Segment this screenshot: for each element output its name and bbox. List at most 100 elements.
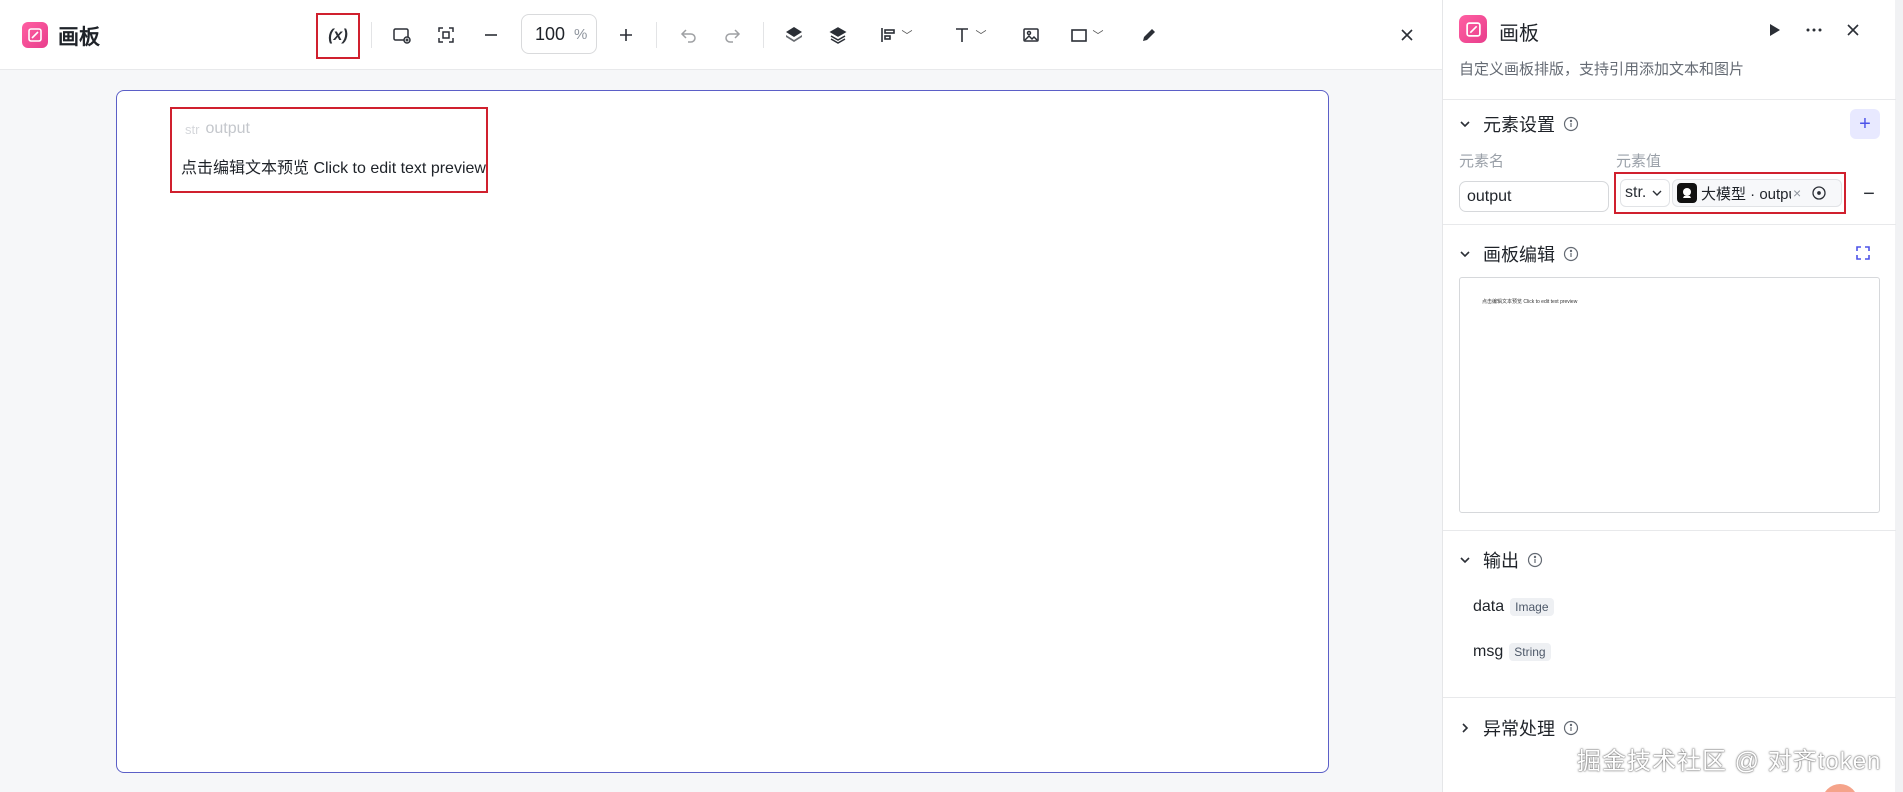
zoom-unit: % xyxy=(574,25,588,43)
output-item-type-badge: Image xyxy=(1510,598,1554,616)
undo-button[interactable] xyxy=(676,18,702,52)
string-type-icon: str xyxy=(185,121,200,137)
info-icon[interactable] xyxy=(1563,720,1579,736)
editor-title: 画板 xyxy=(58,26,100,49)
canvas-preview[interactable]: 点击编辑文本预览 Click to edit text preview xyxy=(1459,277,1880,513)
section-divider xyxy=(1443,99,1896,100)
panel-title: 画板 xyxy=(1499,23,1539,45)
redo-button[interactable] xyxy=(719,18,745,52)
value-reference-label: 大模型 · output xyxy=(1701,185,1791,203)
chevron-down-icon: ﹀ xyxy=(901,30,913,42)
add-image-frame-icon xyxy=(393,28,411,44)
fit-screen-button[interactable] xyxy=(433,18,459,52)
shape-dropdown[interactable]: ﹀ xyxy=(1063,18,1109,52)
text-element[interactable]: str output 点击编辑文本预览 Click to edit text p… xyxy=(170,107,488,193)
canvas-edit-header[interactable]: 画板编辑 xyxy=(1457,241,1579,267)
exception-title: 异常处理 xyxy=(1483,719,1555,739)
pen-button[interactable] xyxy=(1136,18,1162,52)
text-dropdown[interactable]: ﹀ xyxy=(946,18,992,52)
element-value-column-label: 元素值 xyxy=(1616,153,1662,170)
canvas-editor: 画板 (x) 100 % ﹀ ﹀ ﹀ str output 点击编辑文本预览 C… xyxy=(0,0,1442,792)
variable-icon: (x) xyxy=(328,27,348,44)
close-editor-button[interactable] xyxy=(1393,18,1421,52)
zoom-out-button[interactable] xyxy=(478,18,504,52)
align-dropdown[interactable]: ﹀ xyxy=(872,18,918,52)
panel-scrollbar[interactable] xyxy=(1895,0,1903,792)
output-item: msg String xyxy=(1473,643,1551,661)
image-button[interactable] xyxy=(1018,18,1044,52)
output-item-type-badge: String xyxy=(1509,643,1551,661)
image-icon xyxy=(1023,28,1039,42)
element-variable-name: output xyxy=(205,120,250,137)
pen-icon xyxy=(1143,29,1155,41)
toolbar-divider xyxy=(656,22,657,48)
canvas-edit-title: 画板编辑 xyxy=(1483,245,1555,265)
exception-header[interactable]: 异常处理 xyxy=(1457,715,1579,741)
element-settings-header[interactable]: 元素设置 xyxy=(1457,111,1579,137)
zoom-in-icon xyxy=(620,29,632,41)
app-root: 画板 (x) 100 % ﹀ ﹀ ﹀ str output 点击编辑文本预览 C… xyxy=(0,0,1903,792)
section-divider xyxy=(1443,224,1896,225)
add-element-button[interactable]: + xyxy=(1850,109,1880,139)
output-title: 输出 xyxy=(1483,551,1519,571)
chevron-down-icon xyxy=(1460,121,1470,128)
target-icon[interactable] xyxy=(1811,185,1827,201)
output-item-name: data xyxy=(1473,598,1505,615)
value-type-label: str. xyxy=(1625,184,1647,201)
zoom-in-button[interactable] xyxy=(613,18,639,52)
toolbar-divider xyxy=(371,22,372,48)
info-icon[interactable] xyxy=(1527,552,1543,568)
more-icon xyxy=(1806,28,1822,32)
variable-button[interactable]: (x) xyxy=(316,13,360,59)
watermark: 掘金技术社区 @ 对齐token xyxy=(1577,748,1882,775)
editor-toolbar: 画板 (x) 100 % ﹀ ﹀ ﹀ xyxy=(0,0,1442,70)
expand-icon[interactable] xyxy=(1854,244,1872,262)
output-header[interactable]: 输出 xyxy=(1457,547,1543,573)
redo-icon xyxy=(725,29,741,43)
chevron-down-icon: ﹀ xyxy=(1092,30,1104,42)
undo-icon xyxy=(680,29,696,43)
element-value-field: str. 大模型 · output × xyxy=(1614,172,1846,214)
section-divider xyxy=(1443,697,1896,698)
zoom-input[interactable]: 100 % xyxy=(521,14,597,54)
value-reference-chip[interactable]: 大模型 · output × xyxy=(1672,179,1842,207)
run-button[interactable] xyxy=(1760,16,1788,44)
node-settings-panel: 画板 自定义画板排版，支持引用添加文本和图片 元素设置 + 元素名 元素值 ou… xyxy=(1442,0,1903,792)
align-icon xyxy=(880,28,895,42)
section-divider xyxy=(1443,530,1896,531)
fit-screen-icon xyxy=(438,27,454,43)
bring-forward-icon xyxy=(786,27,802,42)
bring-forward-button[interactable] xyxy=(781,18,807,52)
close-icon xyxy=(1401,29,1413,41)
canvas-app-icon xyxy=(22,22,48,48)
canvas-node-icon xyxy=(1459,15,1487,43)
close-panel-button[interactable] xyxy=(1839,16,1867,44)
info-icon[interactable] xyxy=(1563,246,1579,262)
canvas-frame[interactable]: str output 点击编辑文本预览 Click to edit text p… xyxy=(116,90,1329,773)
add-frame-button[interactable] xyxy=(389,18,415,52)
info-icon[interactable] xyxy=(1563,116,1579,132)
text-icon xyxy=(955,28,968,42)
chevron-down-icon xyxy=(1652,190,1662,196)
value-type-select[interactable]: str. xyxy=(1620,179,1670,207)
output-item: data Image xyxy=(1473,598,1554,616)
rectangle-icon xyxy=(1070,29,1087,42)
more-button[interactable] xyxy=(1800,16,1828,44)
remove-reference-icon[interactable]: × xyxy=(1793,185,1801,201)
toolbar-divider xyxy=(763,22,764,48)
chevron-down-icon xyxy=(1460,557,1470,564)
panel-description: 自定义画板排版，支持引用添加文本和图片 xyxy=(1459,61,1745,78)
chevron-down-icon xyxy=(1460,251,1470,258)
element-name-input[interactable]: output xyxy=(1459,181,1609,212)
zoom-out-icon xyxy=(485,34,497,36)
remove-element-button[interactable]: − xyxy=(1859,183,1879,205)
chevron-right-icon xyxy=(1462,723,1469,733)
canvas-preview-text: 点击编辑文本预览 Click to edit text preview xyxy=(1482,299,1578,305)
send-backward-button[interactable] xyxy=(825,18,851,52)
close-icon xyxy=(1847,24,1859,36)
element-settings-title: 元素设置 xyxy=(1483,115,1555,135)
chevron-down-icon: ﹀ xyxy=(975,30,987,42)
play-icon xyxy=(1770,24,1780,36)
text-element-content[interactable]: 点击编辑文本预览 Click to edit text preview xyxy=(181,154,486,178)
element-variable-tag: str output xyxy=(185,120,250,138)
